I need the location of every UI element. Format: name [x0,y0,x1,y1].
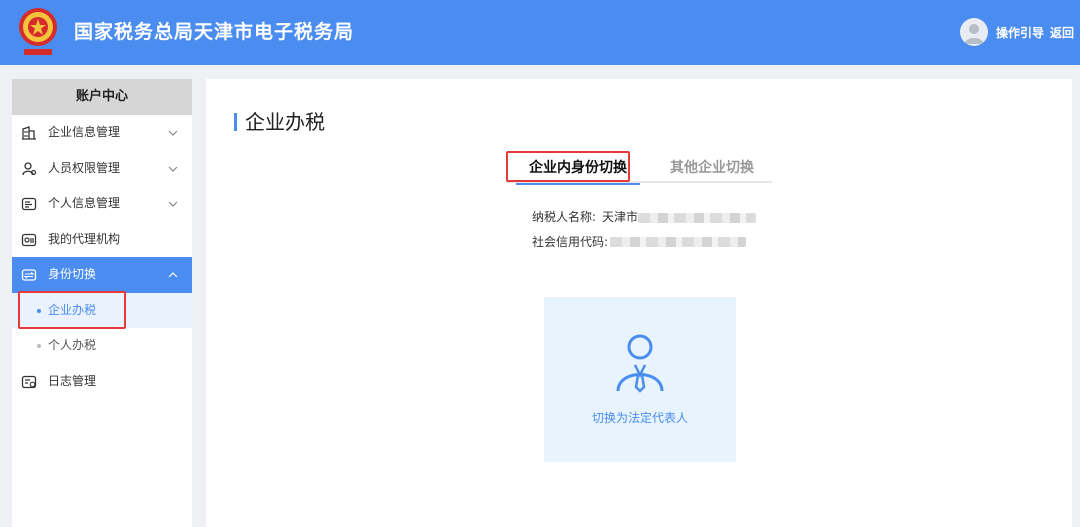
identity-tabs: 企业内身份切换 其他企业切换 [506,153,772,185]
sidebar-item-identity-switch[interactable]: 身份切换 [12,257,192,293]
back-link[interactable]: 返回 [1050,24,1074,42]
tax-bureau-emblem-icon [14,5,62,59]
taxpayer-name-row: 纳税人名称: 天津市 [532,208,638,226]
bullet-dot-icon [37,344,41,348]
redacted-name [638,213,756,223]
title-accent-bar [234,113,237,131]
account-center-sidebar: 账户中心 企业信息管理 人员权限管理 个人信息管理 我的代理机构 身份切换 企业… [12,79,192,527]
log-calendar-icon [21,375,37,388]
user-permission-icon [22,161,37,175]
switch-identity-icon [21,269,37,281]
tab-other-enterprise-switch[interactable]: 其他企业切换 [670,153,754,183]
site-title: 国家税务总局天津市电子税务局 [74,21,355,43]
redacted-credit-code [610,237,746,247]
sidebar-heading: 账户中心 [12,79,192,115]
sidebar-item-enterprise-info[interactable]: 企业信息管理 [12,115,192,151]
legal-representative-person-icon [616,334,664,393]
page-title: 企业办税 [245,110,325,134]
tab-internal-identity-switch[interactable]: 企业内身份切换 [516,153,640,185]
sidebar-subitem-personal-tax[interactable]: 个人办税 [12,328,192,364]
sidebar-item-label: 我的代理机构 [48,231,121,246]
sidebar-item-label: 日志管理 [48,373,97,388]
sidebar-subitem-label: 企业办税 [48,302,97,317]
sidebar-item-my-agency[interactable]: 我的代理机构 [12,222,192,258]
chevron-down-icon [168,166,178,172]
id-card-icon [21,197,37,211]
credit-code-label: 社会信用代码: [532,235,609,249]
building-icon [22,126,36,140]
sidebar-item-personnel-permissions[interactable]: 人员权限管理 [12,151,192,187]
sidebar-item-label: 人员权限管理 [48,160,121,175]
user-avatar[interactable] [960,18,988,46]
sidebar-item-label: 身份切换 [48,267,97,281]
sidebar-item-label: 企业信息管理 [48,125,121,139]
sidebar-subitem-enterprise-tax[interactable]: 企业办税 [12,292,192,328]
credit-code-row: 社会信用代码: [532,233,608,251]
sidebar-item-label: 个人信息管理 [48,196,121,210]
sidebar-subitem-label: 个人办税 [48,338,97,352]
taxpayer-name-label: 纳税人名称: [532,210,597,224]
switch-to-legal-representative-card[interactable]: 切换为法定代表人 [544,297,736,462]
agency-icon [21,233,37,246]
bullet-dot-icon [37,308,41,313]
operation-guide-link[interactable]: 操作引导 [996,24,1044,42]
chevron-down-icon [168,201,178,207]
main-panel: 企业办税 企业内身份切换 其他企业切换 纳税人名称: 天津市 社会信用代码: 切换… [206,79,1072,527]
card-label: 切换为法定代表人 [591,411,688,425]
top-header: 国家税务总局天津市电子税务局 操作引导 返回 [0,0,1080,65]
chevron-down-icon [168,130,178,136]
sidebar-item-log-management[interactable]: 日志管理 [12,364,192,400]
taxpayer-name-value: 天津市 [602,210,639,224]
sidebar-item-personal-info[interactable]: 个人信息管理 [12,186,192,222]
chevron-up-icon [168,272,178,278]
